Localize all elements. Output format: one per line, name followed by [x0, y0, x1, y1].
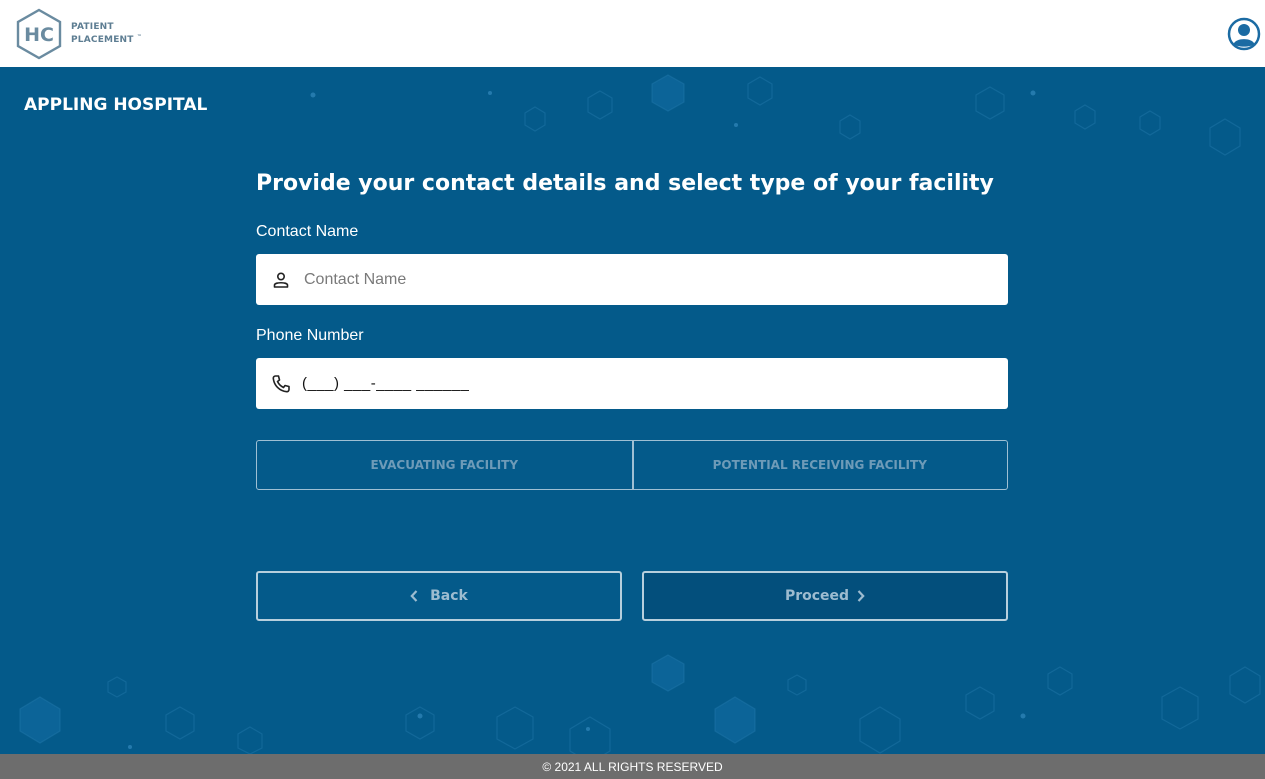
facility-name: APPLING HOSPITAL	[24, 95, 208, 115]
contact-name-field[interactable]	[256, 254, 1008, 305]
logo-line-2: PLACEMENT	[71, 35, 134, 45]
logo-trademark: ™	[136, 34, 143, 40]
back-button-label: Back	[430, 588, 468, 604]
potential-receiving-facility-option[interactable]: POTENTIAL RECEIVING FACILITY	[632, 440, 1008, 490]
proceed-button[interactable]: Proceed	[642, 571, 1008, 621]
main-panel: APPLING HOSPITAL Provide your contact de…	[0, 67, 1265, 754]
back-button[interactable]: Back	[256, 571, 622, 621]
phone-number-label: Phone Number	[256, 327, 364, 344]
phone-icon	[271, 374, 291, 394]
user-circle-icon	[1227, 17, 1261, 50]
svg-text:HC: HC	[24, 24, 54, 46]
logo[interactable]: HC PATIENT PLACEMENT ™	[15, 8, 142, 60]
contact-name-input[interactable]	[302, 269, 986, 290]
copyright-text: © 2021 ALL RIGHTS RESERVED	[542, 759, 723, 774]
hc-logo-icon: HC	[16, 8, 62, 59]
top-bar: HC PATIENT PLACEMENT ™	[0, 0, 1265, 67]
logo-text: PATIENT PLACEMENT ™	[71, 22, 142, 45]
facility-type-toggle: EVACUATING FACILITY POTENTIAL RECEIVING …	[256, 440, 1008, 490]
person-icon	[271, 270, 291, 290]
evacuating-facility-option[interactable]: EVACUATING FACILITY	[256, 440, 633, 490]
phone-number-field[interactable]: (___) ___-____ ______	[256, 358, 1008, 409]
logo-line-1: PATIENT	[71, 22, 114, 32]
form-actions: Back Proceed	[256, 571, 1008, 621]
proceed-button-label: Proceed	[784, 588, 850, 604]
contact-name-label: Contact Name	[256, 223, 359, 240]
chevron-left-icon	[410, 590, 418, 602]
user-account-button[interactable]	[1227, 17, 1261, 51]
form-heading: Provide your contact details and select …	[256, 171, 994, 196]
phone-number-input[interactable]: (___) ___-____ ______	[302, 375, 469, 392]
contact-form: Provide your contact details and select …	[256, 171, 1008, 621]
chevron-right-icon	[857, 590, 865, 602]
footer: © 2021 ALL RIGHTS RESERVED	[0, 754, 1265, 779]
